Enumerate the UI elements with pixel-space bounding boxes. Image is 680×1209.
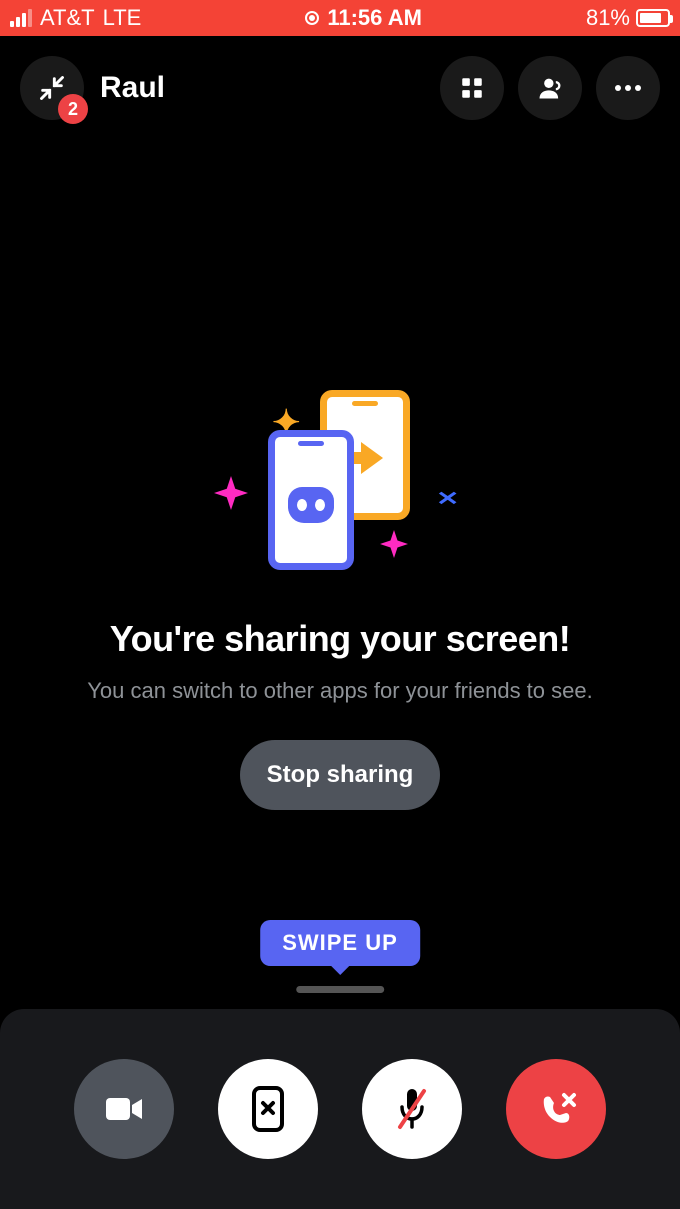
collapse-button[interactable]: 2 <box>20 56 84 120</box>
swipe-up-hint[interactable]: SWIPE UP <box>260 920 420 993</box>
notification-badge: 2 <box>58 94 88 124</box>
swipe-up-bubble: SWIPE UP <box>260 920 420 966</box>
stop-sharing-label: Stop sharing <box>267 761 414 789</box>
call-title: Raul <box>100 71 424 105</box>
more-icon <box>614 84 642 92</box>
camera-toggle-button[interactable] <box>74 1059 174 1159</box>
sharing-illustration: ✦ ✕ <box>0 390 680 590</box>
more-options-button[interactable] <box>596 56 660 120</box>
carrier-label: AT&T <box>40 5 95 31</box>
screen-record-icon <box>305 11 319 25</box>
status-left: AT&T LTE <box>10 5 141 31</box>
stop-screenshare-button[interactable] <box>218 1059 318 1159</box>
mic-muted-icon <box>394 1087 430 1131</box>
call-controls <box>0 1009 680 1209</box>
hangup-button[interactable] <box>506 1059 606 1159</box>
sparkle-icon <box>214 476 248 510</box>
status-center: 11:56 AM <box>305 5 422 31</box>
sparkle-x-icon: ✕ <box>436 487 459 510</box>
participants-button[interactable] <box>518 56 582 120</box>
badge-count: 2 <box>68 99 78 120</box>
sparkle-icon <box>380 530 408 558</box>
discord-logo-icon <box>288 487 334 523</box>
video-camera-icon <box>104 1094 144 1124</box>
hangup-icon <box>532 1085 580 1133</box>
stop-sharing-button[interactable]: Stop sharing <box>240 740 440 810</box>
sharing-headline: You're sharing your screen! <box>0 618 680 660</box>
mic-toggle-button[interactable] <box>362 1059 462 1159</box>
network-label: LTE <box>103 5 142 31</box>
person-icon <box>536 74 564 102</box>
call-header: 2 Raul <box>0 36 680 120</box>
battery-pct-label: 81% <box>586 5 630 31</box>
drag-handle[interactable] <box>296 986 384 993</box>
phone-front-icon <box>268 430 354 570</box>
battery-icon <box>636 9 670 27</box>
grid-icon <box>459 75 485 101</box>
swipe-up-label: SWIPE UP <box>282 930 398 955</box>
sharing-subline: You can switch to other apps for your fr… <box>0 678 680 704</box>
grid-view-button[interactable] <box>440 56 504 120</box>
signal-icon <box>10 9 32 27</box>
clock-label: 11:56 AM <box>327 5 422 31</box>
status-bar: AT&T LTE 11:56 AM 81% <box>0 0 680 36</box>
status-right: 81% <box>586 5 670 31</box>
phone-stop-icon <box>252 1086 284 1132</box>
